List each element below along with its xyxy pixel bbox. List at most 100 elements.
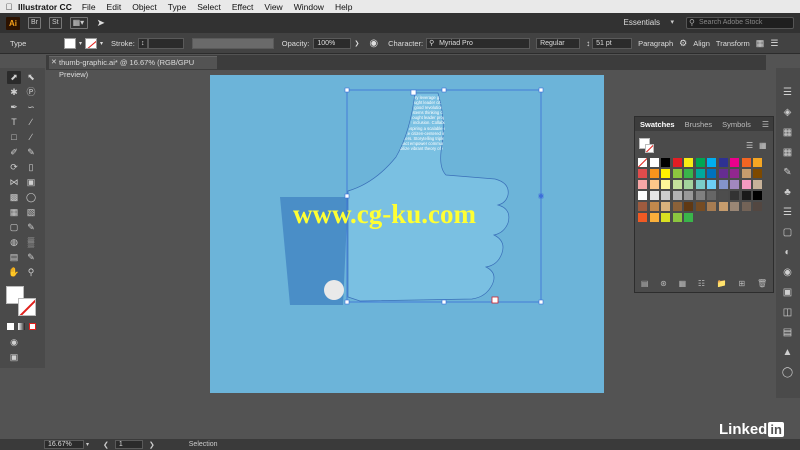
color-swatch[interactable] bbox=[684, 169, 693, 178]
color-swatch[interactable] bbox=[741, 180, 751, 189]
color-swatch[interactable] bbox=[672, 180, 682, 189]
color-swatch[interactable] bbox=[753, 202, 762, 211]
color-swatch[interactable] bbox=[684, 158, 693, 167]
fill-color-swatch[interactable] bbox=[64, 37, 76, 49]
color-swatch[interactable] bbox=[718, 169, 728, 178]
artboards-panel-icon[interactable]: ▤ bbox=[781, 326, 794, 339]
panel-menu-icon[interactable]: ☰ bbox=[762, 120, 769, 129]
slice-tool-icon[interactable]: ✎ bbox=[24, 251, 38, 264]
new-swatch-icon[interactable]: ⊞ bbox=[739, 279, 746, 288]
stroke-swatch-large[interactable] bbox=[18, 298, 36, 316]
stock-search-input[interactable]: ⚲ Search Adobe Stock bbox=[686, 17, 794, 29]
color-swatch[interactable] bbox=[730, 169, 739, 178]
hand-tool-icon[interactable]: ✋ bbox=[7, 266, 21, 279]
type-tool-icon[interactable]: T bbox=[7, 116, 21, 129]
font-size-stepper-icon[interactable]: ↕ bbox=[586, 39, 590, 48]
color-panel-icon[interactable]: ◈ bbox=[781, 106, 794, 119]
thumbnail-view-icon[interactable]: ▦ bbox=[759, 141, 767, 150]
color-swatch[interactable] bbox=[672, 158, 682, 167]
libraries-panel-icon[interactable]: ◯ bbox=[781, 366, 794, 379]
gpu-rocket-icon[interactable]: ➤ bbox=[97, 18, 105, 29]
color-swatch[interactable] bbox=[695, 202, 705, 211]
rectangle-tool-icon[interactable]: □ bbox=[7, 131, 21, 144]
paintbrush-tool-icon[interactable]: ∕ bbox=[24, 131, 38, 144]
list-view-icon[interactable]: ☰ bbox=[746, 141, 753, 150]
color-swatch[interactable] bbox=[638, 202, 647, 211]
color-swatch[interactable] bbox=[730, 158, 739, 167]
artboard-tool-icon[interactable]: ▤ bbox=[7, 251, 21, 264]
stroke-panel-icon[interactable]: ☰ bbox=[781, 206, 794, 219]
color-swatch[interactable] bbox=[638, 213, 647, 222]
close-document-icon[interactable]: ✕ bbox=[51, 57, 57, 69]
color-swatch[interactable] bbox=[649, 180, 659, 189]
apple-icon[interactable]:  bbox=[0, 2, 18, 12]
column-graph-tool-icon[interactable]: ▒ bbox=[24, 236, 38, 249]
color-swatch[interactable] bbox=[741, 202, 751, 211]
add-to-library-icon[interactable]: ⊛ bbox=[660, 279, 667, 288]
selection-tool-icon[interactable]: ⬈ bbox=[7, 71, 21, 84]
stroke-color-swatch[interactable] bbox=[85, 37, 98, 49]
color-swatch[interactable] bbox=[741, 158, 751, 167]
color-guide-icon[interactable]: ▦ bbox=[781, 126, 794, 139]
show-kinds-icon[interactable]: ▦ bbox=[679, 279, 687, 288]
color-swatch[interactable] bbox=[684, 191, 693, 200]
stroke-label[interactable]: Stroke: bbox=[111, 39, 135, 48]
stroke-chevron-icon[interactable]: ▾ bbox=[100, 40, 103, 47]
zoom-chevron-icon[interactable]: ▾ bbox=[86, 441, 89, 448]
color-swatch[interactable] bbox=[730, 180, 739, 189]
screen-mode-icon[interactable]: ▣ bbox=[7, 351, 21, 364]
gradient-mode-button[interactable] bbox=[18, 323, 25, 330]
color-swatch[interactable] bbox=[661, 191, 670, 200]
color-swatch[interactable] bbox=[649, 191, 659, 200]
lasso-tool-icon[interactable]: Ⓟ bbox=[24, 86, 38, 99]
color-swatch[interactable] bbox=[741, 169, 751, 178]
arrange-documents-button[interactable]: ▦▾ bbox=[69, 17, 88, 29]
font-family-select[interactable]: ⚲ Myriad Pro bbox=[426, 37, 531, 49]
app-name-menu[interactable]: Illustrator CC bbox=[18, 2, 72, 12]
none-mode-button[interactable] bbox=[29, 323, 36, 330]
opacity-label[interactable]: Opacity: bbox=[282, 39, 310, 48]
width-tool-icon[interactable]: ⋈ bbox=[7, 176, 21, 189]
bridge-button[interactable]: Br bbox=[28, 17, 41, 29]
shape-builder-tool-icon[interactable]: ◯ bbox=[24, 191, 38, 204]
pen-tool-icon[interactable]: ✒ bbox=[7, 101, 21, 114]
color-swatch[interactable] bbox=[707, 202, 716, 211]
color-swatch[interactable] bbox=[695, 169, 705, 178]
layers-panel-icon[interactable]: ◫ bbox=[781, 306, 794, 319]
variable-width-profile[interactable] bbox=[191, 37, 274, 49]
perspective-grid-tool-icon[interactable]: ▦ bbox=[7, 206, 21, 219]
color-swatch[interactable] bbox=[649, 202, 659, 211]
transparency-panel-icon[interactable]: ◐ bbox=[781, 246, 794, 259]
shaper-tool-icon[interactable]: ✐ bbox=[7, 146, 21, 159]
document-tab[interactable]: ✕ thumb-graphic.ai* @ 16.67% (RGB/GPU Pr… bbox=[49, 56, 217, 79]
recolor-artwork-icon[interactable]: ◉ bbox=[369, 38, 378, 49]
graphic-styles-icon[interactable]: ▣ bbox=[781, 286, 794, 299]
color-swatch[interactable] bbox=[672, 169, 682, 178]
character-label[interactable]: Character: bbox=[388, 39, 423, 48]
eraser-tool-icon[interactable]: ▯ bbox=[24, 161, 38, 174]
color-swatch[interactable] bbox=[718, 158, 728, 167]
color-swatch[interactable] bbox=[718, 202, 728, 211]
color-swatch[interactable] bbox=[707, 169, 716, 178]
line-tool-icon[interactable]: ∕ bbox=[24, 116, 38, 129]
zoom-tool-icon[interactable]: ⚲ bbox=[24, 266, 38, 279]
new-color-group-icon[interactable]: 📁 bbox=[717, 279, 727, 288]
color-swatch[interactable] bbox=[707, 180, 716, 189]
stroke-weight-field[interactable] bbox=[147, 37, 184, 49]
delete-swatch-icon[interactable]: 🗑 bbox=[757, 279, 767, 288]
color-swatch[interactable] bbox=[638, 158, 647, 167]
tab-symbols[interactable]: Symbols bbox=[717, 120, 756, 129]
color-swatch[interactable] bbox=[753, 169, 762, 178]
direct-selection-tool-icon[interactable]: ⬉ bbox=[24, 71, 38, 84]
opacity-field[interactable]: 100% bbox=[313, 37, 352, 49]
pencil-tool-icon[interactable]: ✎ bbox=[24, 146, 38, 159]
color-swatch[interactable] bbox=[661, 202, 670, 211]
color-swatch[interactable] bbox=[649, 158, 659, 167]
gradient-panel-icon[interactable]: ▢ bbox=[781, 226, 794, 239]
text-options-icon[interactable]: ⚙ bbox=[679, 38, 687, 49]
color-swatch[interactable] bbox=[753, 191, 762, 200]
swatch-libraries-icon[interactable]: ▤ bbox=[641, 279, 649, 288]
scale-tool-icon[interactable]: ▣ bbox=[24, 176, 38, 189]
color-swatch[interactable] bbox=[638, 180, 647, 189]
color-swatch[interactable] bbox=[661, 158, 670, 167]
